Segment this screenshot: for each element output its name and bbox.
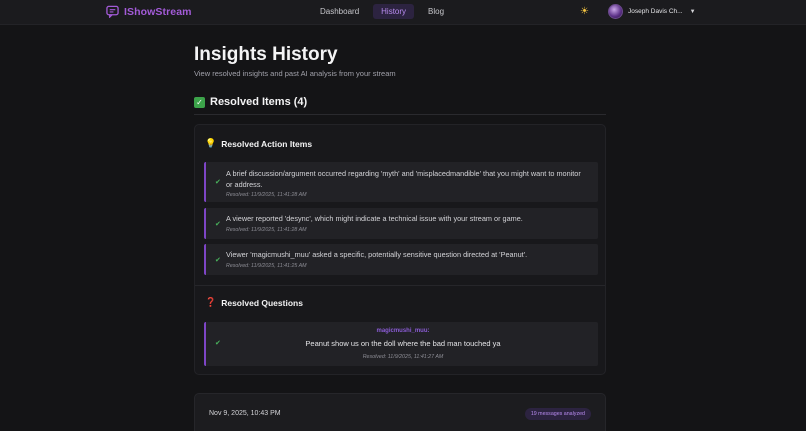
messages-analyzed-badge: 19 messages analyzed xyxy=(524,408,591,420)
section-divider xyxy=(194,114,606,115)
resolved-card: 💡 Resolved Action Items ✔ A brief discus… xyxy=(194,124,606,375)
brand-name: IShowStream xyxy=(124,5,192,18)
user-name: Joseph Davis Ch... xyxy=(628,8,683,15)
top-nav-bar: IShowStream Dashboard History Blog ☀ Jos… xyxy=(0,0,806,25)
action-items-header: 💡 Resolved Action Items xyxy=(205,138,312,149)
questions-title: Resolved Questions xyxy=(221,297,303,308)
history-entry-card[interactable]: Nov 9, 2025, 10:43 PM 19 messages analyz… xyxy=(194,393,606,431)
questions-header: ❓ Resolved Questions xyxy=(205,297,303,308)
action-item-resolved-time: Resolved: 11/9/2025, 11:41:28 AM xyxy=(226,227,307,233)
action-item-text: A brief discussion/argument occurred reg… xyxy=(226,169,581,189)
action-items-title: Resolved Action Items xyxy=(221,138,313,149)
stream-logo-icon xyxy=(106,5,119,18)
action-item[interactable]: ✔ A viewer reported 'desync', which migh… xyxy=(204,208,598,239)
question-mark-icon: ❓ xyxy=(205,297,217,307)
question-username: magicmushi_muu: xyxy=(376,328,430,334)
question-resolved-time: Resolved: 11/9/2025, 11:41:27 AM xyxy=(362,354,444,360)
question-item[interactable]: ✔ magicmushi_muu: Peanut show us on the … xyxy=(204,322,598,366)
resolved-section-title: Resolved Items (4) xyxy=(210,96,308,108)
page-title: Insights History xyxy=(194,44,338,65)
resolved-section-header: ✓ Resolved Items (4) xyxy=(194,96,307,108)
page-subtitle: View resolved insights and past AI analy… xyxy=(194,69,396,78)
action-item-text: A viewer reported 'desync', which might … xyxy=(226,214,523,223)
check-box-icon: ✓ xyxy=(194,96,205,108)
lightbulb-icon: 💡 xyxy=(205,138,217,148)
question-text: Peanut show us on the doll where the bad… xyxy=(305,339,501,348)
sun-icon[interactable]: ☀ xyxy=(580,6,589,17)
action-item-resolved-time: Resolved: 11/9/2025, 11:41:28 AM xyxy=(226,192,307,198)
main-nav: Dashboard History Blog xyxy=(312,4,452,19)
action-item[interactable]: ✔ Viewer 'magicmushi_muu' asked a specif… xyxy=(204,244,598,275)
card-divider xyxy=(195,285,605,286)
history-entry-date: Nov 9, 2025, 10:43 PM xyxy=(209,410,281,417)
check-icon: ✔ xyxy=(215,221,221,228)
chevron-down-icon: ▼ xyxy=(689,8,696,15)
nav-blog[interactable]: Blog xyxy=(420,4,452,19)
action-item-text: Viewer 'magicmushi_muu' asked a specific… xyxy=(226,250,528,259)
check-icon: ✔ xyxy=(215,257,221,264)
check-icon: ✔ xyxy=(215,179,221,186)
action-item[interactable]: ✔ A brief discussion/argument occurred r… xyxy=(204,162,598,202)
brand[interactable]: IShowStream xyxy=(106,5,192,18)
nav-history[interactable]: History xyxy=(373,4,415,19)
nav-dashboard[interactable]: Dashboard xyxy=(312,4,367,19)
avatar xyxy=(608,4,623,19)
action-item-resolved-time: Resolved: 11/9/2025, 11:41:25 AM xyxy=(226,263,307,269)
user-menu[interactable]: Joseph Davis Ch... ▼ xyxy=(608,4,696,19)
